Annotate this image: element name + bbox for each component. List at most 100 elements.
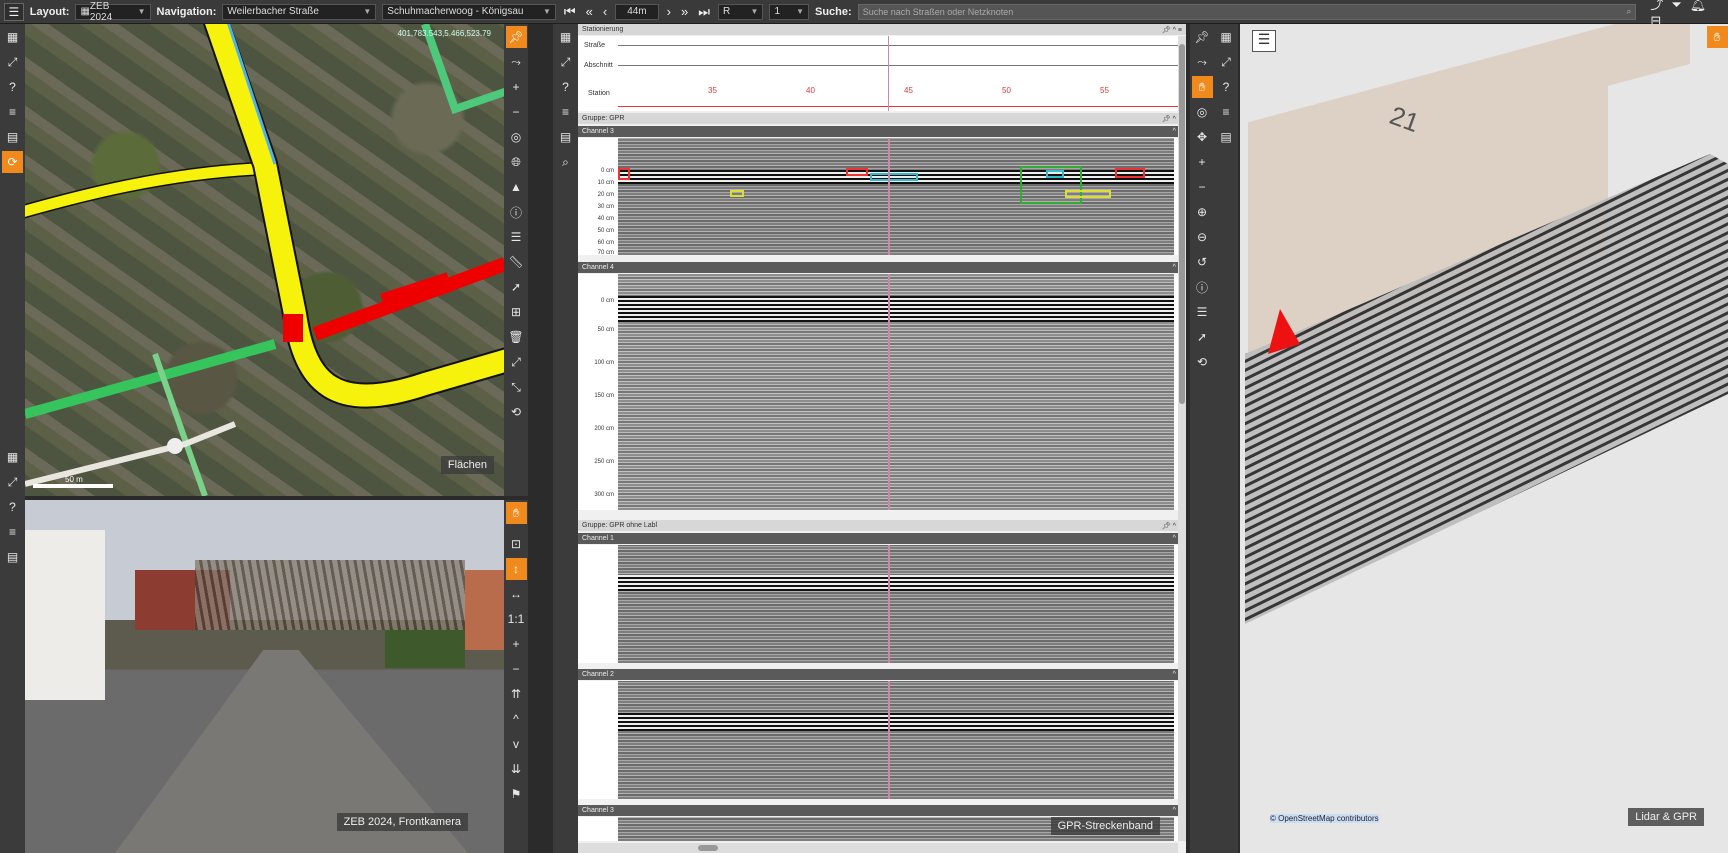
hand-icon[interactable]: ✋︎ xyxy=(505,502,527,524)
lane-select[interactable]: 1 ▼ xyxy=(769,3,809,20)
list-icon[interactable]: ☰ xyxy=(1192,301,1213,323)
layout-select[interactable]: ▦ ZEB 2024 ▼ xyxy=(75,1,151,23)
ruler-icon[interactable]: 📏︎ xyxy=(506,251,527,273)
annotation-box[interactable] xyxy=(870,173,918,181)
route-icon[interactable]: ⤳ xyxy=(1192,51,1213,73)
filter-icon[interactable]: ⏷ xyxy=(1671,0,1681,12)
zoom-out-icon[interactable]: − xyxy=(1192,176,1213,198)
shrink-icon[interactable]: ⤡ xyxy=(506,376,527,398)
expand-icon[interactable]: ⤢ xyxy=(506,351,527,373)
search-icon[interactable]: ⌕ xyxy=(555,151,576,173)
magnify-minus-icon[interactable]: ⊖ xyxy=(1192,226,1213,248)
move-icon[interactable]: ✥ xyxy=(1192,126,1213,148)
gpr-pane[interactable]: Stationierung 📌︎ ^ ≡ Straße Abschnitt Sta… xyxy=(578,24,1186,853)
step-input[interactable]: 44m xyxy=(615,3,659,20)
sync-icon[interactable]: ⟳ xyxy=(2,151,23,173)
pin-icon[interactable]: 📌︎ xyxy=(505,26,527,48)
grid-icon[interactable]: ▦ xyxy=(2,446,23,468)
annotation-box[interactable] xyxy=(846,168,868,176)
prev-icon[interactable]: ‹ xyxy=(601,4,609,19)
osm-attribution[interactable]: © OpenStreetMap contributors xyxy=(1270,814,1379,823)
ruler-icon[interactable]: 📏︎ xyxy=(1707,51,1728,73)
layers-icon[interactable]: ☰ xyxy=(1252,30,1276,52)
route-icon[interactable]: ⤳ xyxy=(506,51,527,73)
target-icon[interactable]: ◎ xyxy=(506,126,527,148)
pointer-icon[interactable]: ➚ xyxy=(506,276,527,298)
settings-icon[interactable]: ≡ xyxy=(555,101,576,123)
fullscreen-icon[interactable]: ⤢ xyxy=(2,51,23,73)
info-icon[interactable]: ⓘ xyxy=(506,201,527,223)
flag-icon[interactable]: ⚑ xyxy=(506,783,527,805)
zoom-in-icon[interactable]: + xyxy=(506,76,527,98)
share-icon[interactable]: ⤴ xyxy=(1650,0,1663,12)
bell-icon[interactable]: 🔔︎ xyxy=(1690,0,1707,12)
settings-icon[interactable]: ≡ xyxy=(1216,101,1237,123)
next-icon[interactable]: › xyxy=(665,4,673,19)
annotation-box[interactable] xyxy=(1065,190,1111,198)
document-icon[interactable]: ▤ xyxy=(1216,126,1237,148)
zoom-in-icon[interactable]: + xyxy=(1192,151,1213,173)
horizontal-fit-icon[interactable]: ↔ xyxy=(506,583,527,605)
pointer-icon[interactable]: ➚ xyxy=(1192,326,1213,348)
trash-icon[interactable]: 🗑︎ xyxy=(506,326,527,348)
undo-icon[interactable]: ↺ xyxy=(1192,251,1213,273)
zoom-in-icon[interactable]: + xyxy=(506,633,527,655)
menu-icon[interactable]: ☰ xyxy=(4,2,24,21)
pin-icon[interactable]: 📌︎ xyxy=(1192,26,1213,48)
fullscreen-icon[interactable]: ⤢ xyxy=(2,471,23,493)
document-icon[interactable]: ▤ xyxy=(555,126,576,148)
down-icon[interactable]: v xyxy=(506,733,527,755)
fullscreen-icon[interactable]: ⤢ xyxy=(555,51,576,73)
double-down-icon[interactable]: ⇊ xyxy=(506,758,527,780)
help-icon[interactable]: ? xyxy=(1216,76,1237,98)
lidar-pane[interactable]: 21 © OpenStreetMap contributors Lidar & … xyxy=(1240,24,1728,853)
fit-icon[interactable]: ⊡ xyxy=(506,533,527,555)
last-icon[interactable]: ⏭ xyxy=(696,4,712,20)
document-icon[interactable]: ▤ xyxy=(2,546,23,568)
forward-icon[interactable]: » xyxy=(679,4,690,19)
side-select[interactable]: R ▼ xyxy=(717,3,764,20)
north-icon[interactable]: ▲ xyxy=(506,176,527,198)
history-icon[interactable]: ⟲ xyxy=(506,401,527,423)
one-to-one-icon[interactable]: 1:1 xyxy=(506,608,527,630)
annotation-box[interactable] xyxy=(1046,170,1064,178)
document-icon[interactable]: ▤ xyxy=(2,126,23,148)
street-view-pane[interactable]: ZEB 2024, Frontkamera ✋︎ ⊡ ↕ ↔ 1:1 + − ⇈… xyxy=(25,500,528,853)
map-pane[interactable]: 401,783.543,5.466,523.79 50 m Flächen 📌︎… xyxy=(25,24,528,496)
globe-icon[interactable]: 🌐︎ xyxy=(506,151,527,173)
street-photo[interactable] xyxy=(25,500,528,853)
up-icon[interactable]: ^ xyxy=(506,708,527,730)
history-icon[interactable]: ⟲ xyxy=(1192,351,1213,373)
list-icon[interactable]: ☰ xyxy=(506,226,527,248)
hand-icon[interactable]: ✋︎ xyxy=(1706,26,1728,48)
hand-icon[interactable]: ✋︎ xyxy=(1191,76,1213,98)
rewind-icon[interactable]: « xyxy=(584,4,595,19)
vertical-scrollbar[interactable] xyxy=(1178,36,1186,841)
zoom-out-icon[interactable]: − xyxy=(506,101,527,123)
info-icon[interactable]: ⓘ xyxy=(1192,276,1213,298)
first-icon[interactable]: ⏮ xyxy=(562,4,578,20)
add-icon[interactable]: ⊞ xyxy=(506,301,527,323)
vertical-fit-icon[interactable]: ↕ xyxy=(505,558,527,580)
double-up-icon[interactable]: ⇈ xyxy=(506,683,527,705)
pin-icon[interactable]: 📌︎ ^ ≡ xyxy=(1162,26,1182,34)
annotation-box[interactable] xyxy=(730,190,744,197)
magnify-plus-icon[interactable]: ⊕ xyxy=(1192,201,1213,223)
grid-icon[interactable]: ▦ xyxy=(555,26,576,48)
street-select[interactable]: Weilerbacher Straße ▼ xyxy=(222,3,377,20)
settings-icon[interactable]: ≡ xyxy=(2,101,23,123)
lidar-gpr-wall[interactable] xyxy=(1240,24,1728,853)
grid-icon[interactable]: ▦ xyxy=(1216,26,1237,48)
help-icon[interactable]: ? xyxy=(555,76,576,98)
zoom-out-icon[interactable]: − xyxy=(506,658,527,680)
annotation-box[interactable] xyxy=(1115,168,1145,178)
target-icon[interactable]: ◎ xyxy=(1192,101,1213,123)
grid-icon[interactable]: ▦ xyxy=(2,26,23,48)
search-input[interactable]: Suche nach Straßen oder Netzknoten ⌕ xyxy=(857,3,1637,20)
section-select[interactable]: Schuhmacherwoog - Königsau ▼ xyxy=(382,3,556,20)
help-icon[interactable]: ? xyxy=(2,76,23,98)
horizontal-scrollbar[interactable] xyxy=(578,843,1178,853)
annotation-box[interactable] xyxy=(618,168,630,180)
help-icon[interactable]: ? xyxy=(2,496,23,518)
fullscreen-icon[interactable]: ⤢ xyxy=(1216,51,1237,73)
